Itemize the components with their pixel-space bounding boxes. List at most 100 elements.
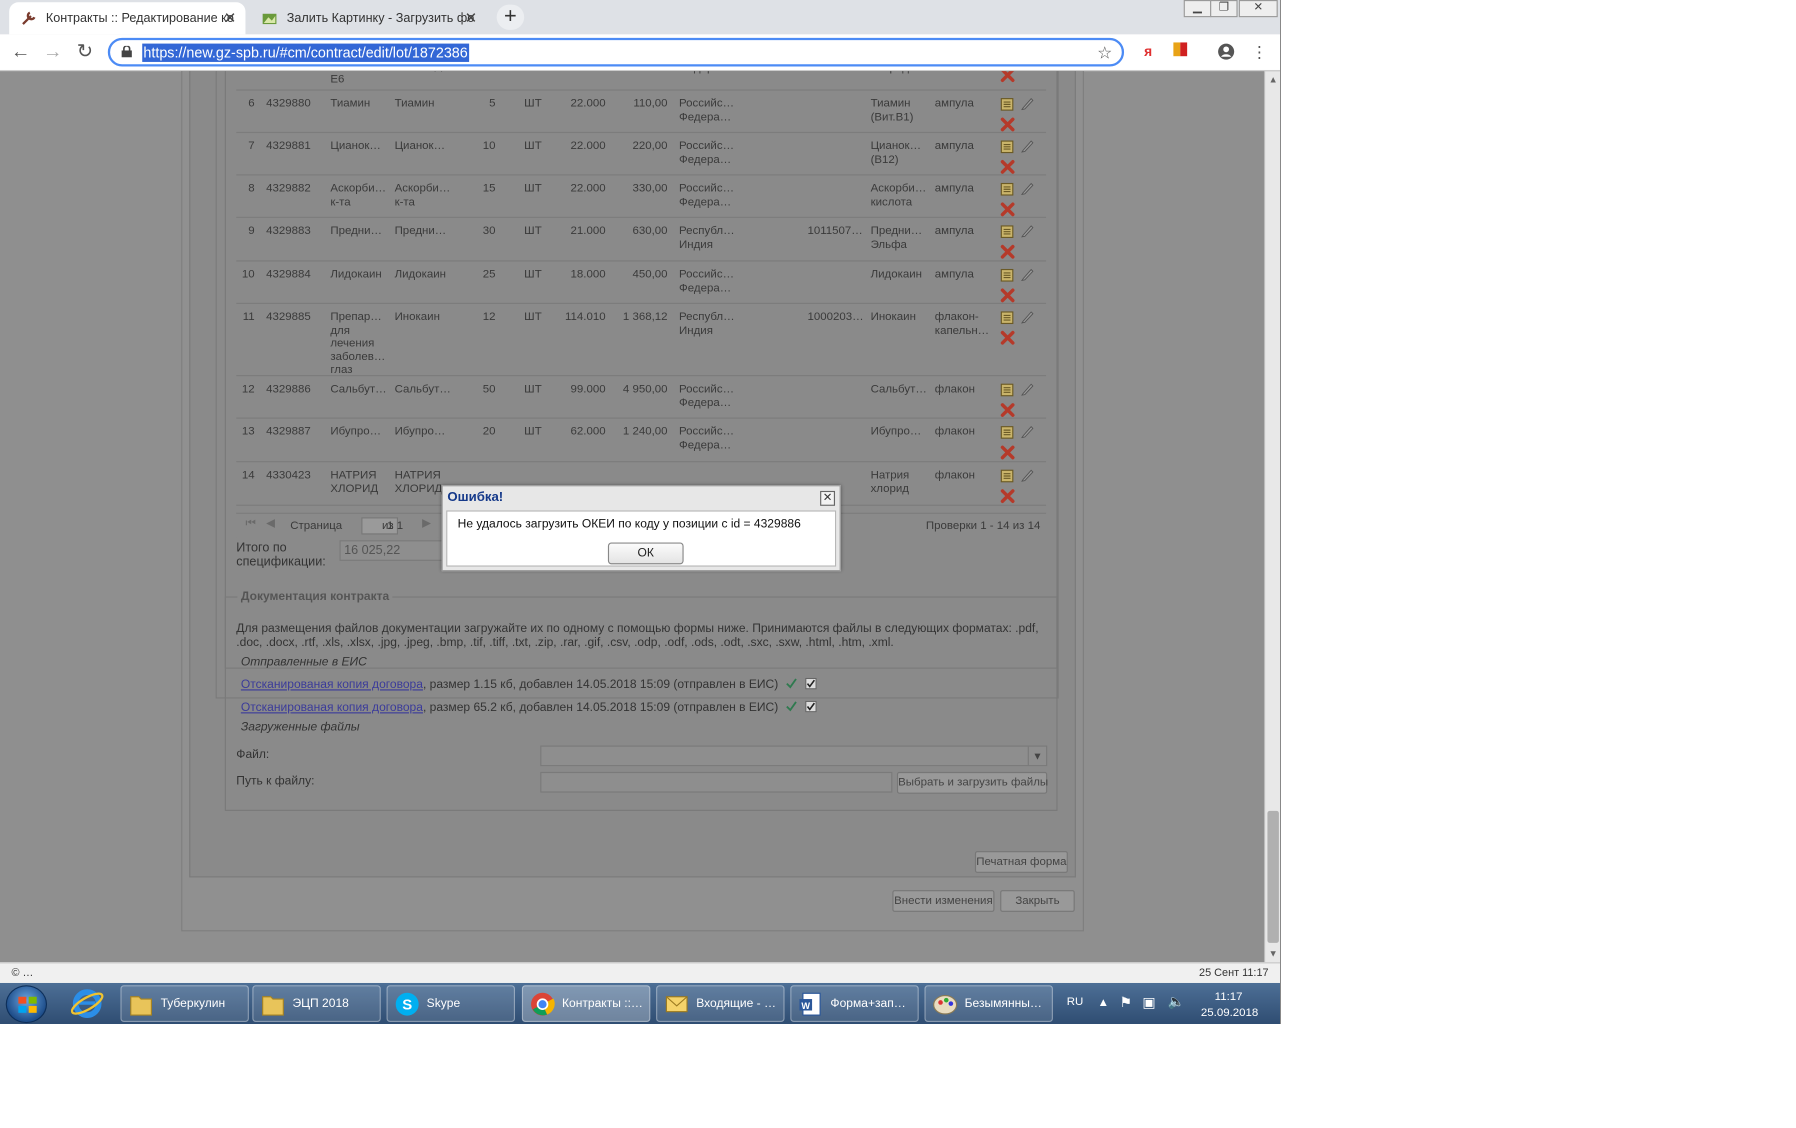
clock-time[interactable]: 11:17 bbox=[1215, 991, 1243, 1004]
document-icon[interactable] bbox=[1000, 383, 1014, 397]
edit-pencil-icon[interactable] bbox=[1021, 96, 1034, 111]
delete-icon[interactable] bbox=[1000, 71, 1015, 83]
delete-icon[interactable] bbox=[1000, 330, 1015, 345]
sign-icon[interactable] bbox=[786, 678, 798, 689]
volume-muted-icon[interactable]: 🔈 bbox=[1168, 993, 1185, 1009]
table-row[interactable]: 6 4329880 Тиамин Тиамин 5 ШТ 22.000 110,00 Росси… bbox=[236, 91, 1047, 134]
first-page-icon[interactable]: ⏮ bbox=[245, 517, 255, 530]
dialog-close-icon[interactable]: ✕ bbox=[820, 490, 836, 506]
tab-contracts[interactable]: Контракты :: Редактирование ко ✕ bbox=[9, 2, 246, 35]
table-row[interactable]: 13 4329887 Ибупро… Ибупро… 20 ШТ 62.000 1 240,0… bbox=[236, 419, 1047, 463]
edit-pencil-icon[interactable] bbox=[1021, 310, 1034, 324]
next-page-icon[interactable]: ▶ bbox=[422, 517, 431, 530]
scroll-thumb[interactable] bbox=[1267, 810, 1279, 943]
delete-icon[interactable] bbox=[1000, 445, 1015, 460]
ok-button[interactable]: ОК bbox=[607, 542, 684, 565]
edit-pencil-icon[interactable] bbox=[1021, 382, 1034, 396]
grid-cell-mnn: Сальбут… bbox=[394, 383, 451, 396]
minimize-button[interactable]: ▁ bbox=[1183, 0, 1212, 18]
internet-explorer-icon[interactable] bbox=[69, 986, 106, 1020]
flag-extension-icon[interactable] bbox=[1171, 42, 1189, 60]
scroll-up-icon[interactable]: ▲ bbox=[1269, 75, 1278, 85]
taskbar-item[interactable]: S Skype bbox=[386, 985, 516, 1022]
close-tab-icon[interactable]: ✕ bbox=[465, 9, 478, 27]
checkbox-icon[interactable] bbox=[805, 677, 818, 690]
back-icon[interactable]: ← bbox=[9, 40, 32, 63]
bookmark-star-icon[interactable]: ☆ bbox=[1097, 42, 1112, 63]
print-form-button[interactable]: Печатная форма bbox=[974, 851, 1068, 873]
document-icon[interactable] bbox=[1000, 225, 1014, 239]
start-button[interactable] bbox=[5, 985, 48, 1024]
delete-icon[interactable] bbox=[1000, 159, 1015, 174]
delete-icon[interactable] bbox=[1000, 244, 1015, 259]
address-bar[interactable]: https://new.gz-spb.ru/#cm/contract/edit/… bbox=[107, 37, 1125, 67]
clock-date[interactable]: 25.09.2018 bbox=[1201, 1007, 1258, 1020]
taskbar-item[interactable]: W Форма+зап… bbox=[790, 985, 919, 1022]
network-icon[interactable]: ▣ bbox=[1142, 994, 1155, 1010]
grid-cell-sum: 110,00 bbox=[633, 97, 668, 111]
table-row[interactable]: 11 4329885 Препар… для лечения заболев… гл… bbox=[236, 304, 1047, 377]
close-tab-icon[interactable]: ✕ bbox=[224, 9, 237, 27]
taskbar-item[interactable]: Безымянны… bbox=[924, 985, 1053, 1022]
prev-page-icon[interactable]: ◀ bbox=[266, 517, 275, 530]
tray-expand-icon[interactable]: ▲ bbox=[1098, 997, 1109, 1010]
profile-icon[interactable] bbox=[1217, 42, 1235, 60]
sign-icon[interactable] bbox=[786, 701, 798, 712]
taskbar-item[interactable]: Туберкулин bbox=[120, 985, 249, 1022]
new-tab-button[interactable]: + bbox=[496, 4, 525, 30]
scroll-down-icon[interactable]: ▼ bbox=[1269, 949, 1278, 959]
edit-pencil-icon[interactable] bbox=[1021, 267, 1034, 282]
upload-files-button[interactable]: Выбрать и загрузить файлы bbox=[896, 771, 1048, 794]
reload-icon[interactable]: ↻ bbox=[73, 40, 96, 63]
edit-pencil-icon[interactable] bbox=[1021, 181, 1034, 195]
file-select[interactable]: ▼ bbox=[540, 745, 1048, 767]
grid-cell: ХЛОРИД bbox=[395, 71, 443, 73]
grid-cell: ХЛОРИН Е6 bbox=[330, 71, 378, 86]
edit-pencil-icon[interactable] bbox=[1021, 468, 1034, 482]
delete-icon[interactable] bbox=[1000, 489, 1015, 504]
checkbox-icon[interactable] bbox=[805, 700, 818, 713]
taskbar-item[interactable]: Входящие - … bbox=[656, 985, 785, 1022]
page-count: из 1 bbox=[381, 519, 404, 533]
table-row[interactable]: 8 4329882 Аскорби… к-та Аскорби… к-та 15 ШТ 22… bbox=[236, 175, 1047, 218]
menu-icon[interactable]: ⋮ bbox=[1250, 42, 1268, 60]
delete-icon[interactable] bbox=[1000, 403, 1015, 418]
document-icon[interactable] bbox=[1000, 268, 1014, 282]
delete-icon[interactable] bbox=[1000, 202, 1015, 217]
forward-icon[interactable]: → bbox=[41, 40, 64, 63]
language-indicator[interactable]: RU bbox=[1067, 996, 1084, 1009]
close-button[interactable]: Закрыть bbox=[1000, 890, 1075, 912]
action-center-flag-icon[interactable]: ⚑ bbox=[1119, 994, 1131, 1010]
document-icon[interactable] bbox=[1000, 469, 1014, 483]
save-changes-button[interactable]: Внести изменения bbox=[892, 890, 995, 912]
chevron-down-icon[interactable]: ▼ bbox=[1027, 746, 1046, 766]
delete-icon[interactable] bbox=[1000, 288, 1015, 303]
taskbar-item[interactable]: Контракты ::… bbox=[521, 985, 651, 1022]
close-window-button[interactable]: ✕ bbox=[1238, 0, 1278, 18]
grid-cell-trade: Ибупро… bbox=[870, 425, 922, 439]
yandex-extension-icon[interactable]: я bbox=[1139, 42, 1157, 60]
file-link[interactable]: Отсканированая копия договора bbox=[241, 678, 423, 692]
taskbar-item[interactable]: ЭЦП 2018 bbox=[252, 985, 381, 1022]
delete-icon[interactable] bbox=[1000, 117, 1015, 132]
edit-pencil-icon[interactable] bbox=[1021, 224, 1034, 238]
document-icon[interactable] bbox=[1000, 182, 1014, 196]
table-row[interactable]: 12 4329886 Сальбут… Сальбут… 50 ШТ 99.000 4 950… bbox=[236, 376, 1047, 419]
edit-pencil-icon[interactable] bbox=[1021, 139, 1034, 153]
table-row[interactable]: 9 4329883 Предни… Предни… 30 ШТ 21.000 630,00 Ре… bbox=[236, 218, 1047, 262]
url-text[interactable]: https://new.gz-spb.ru/#cm/contract/edit/… bbox=[142, 43, 469, 62]
path-input[interactable] bbox=[540, 771, 893, 793]
page-scrollbar[interactable]: ▲ ▼ bbox=[1263, 71, 1280, 963]
tab-upload-image[interactable]: Залить Картинку - Загрузить фо ✕ bbox=[250, 2, 486, 34]
document-icon[interactable] bbox=[1000, 426, 1014, 440]
table-row[interactable]: 10 4329884 Лидокаин Лидокаин 25 ШТ 18.000 450,0… bbox=[236, 262, 1047, 304]
edit-pencil-icon[interactable] bbox=[1021, 424, 1034, 439]
table-row[interactable]: 7 4329881 Цианок… Цианок… 10 ШТ 22.000 220,00 Ро… bbox=[236, 133, 1047, 176]
file-link[interactable]: Отсканированая копия договора bbox=[241, 701, 423, 715]
document-icon[interactable] bbox=[1000, 97, 1014, 111]
restore-button[interactable]: ❐ bbox=[1210, 0, 1238, 18]
grid-cell-trade: Натрия хлорид bbox=[870, 469, 910, 495]
document-icon[interactable] bbox=[1000, 140, 1014, 154]
document-icon[interactable] bbox=[1000, 311, 1014, 325]
grid-cell-mnn: НАТРИЯ ХЛОРИД bbox=[394, 469, 443, 495]
